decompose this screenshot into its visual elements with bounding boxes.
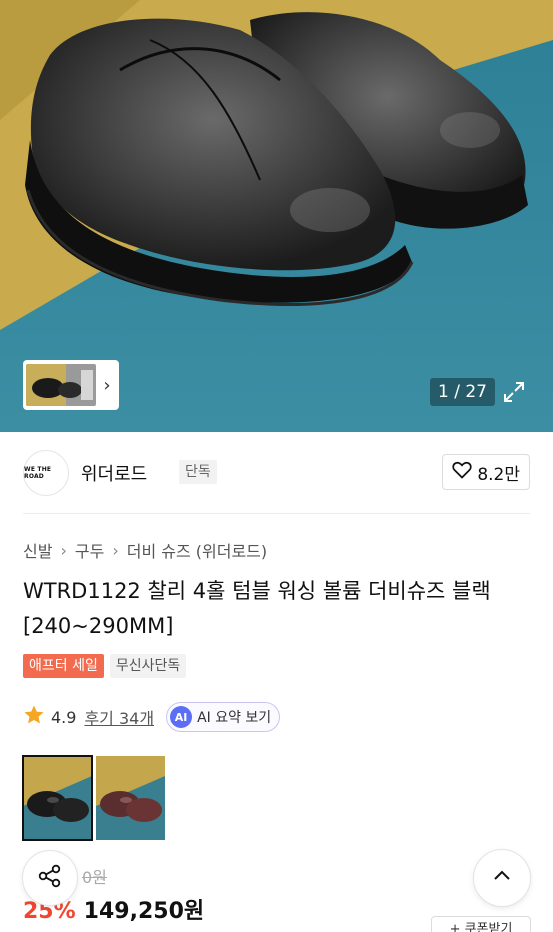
rating-score: 4.9 xyxy=(51,707,77,727)
image-counter: 1 / 27 xyxy=(430,378,495,406)
thumbnail-image[interactable] xyxy=(26,364,96,406)
like-button[interactable]: 8.2만 xyxy=(442,454,530,490)
ai-summary-button[interactable]: AI AI 요약 보기 xyxy=(166,702,281,732)
breadcrumb-item[interactable]: 더비 슈즈 (위더로드) xyxy=(127,538,267,562)
chevron-up-icon xyxy=(490,864,514,892)
ai-summary-label: AI 요약 보기 xyxy=(197,710,272,726)
brand-tag: 단독 xyxy=(179,460,217,484)
like-count: 8.2만 xyxy=(477,464,520,485)
brand-logo[interactable]: WE THE ROAD xyxy=(23,450,69,496)
share-button[interactable] xyxy=(22,850,78,906)
ai-icon: AI xyxy=(170,706,193,728)
share-icon xyxy=(37,863,63,893)
badge-group: 애프터 세일 무신사단독 xyxy=(23,654,187,678)
color-variants xyxy=(22,755,165,841)
heart-icon xyxy=(452,461,472,484)
review-count-link[interactable]: 후기 34개 xyxy=(84,705,154,729)
brand-row: WE THE ROAD 위더로드 단독 8.2만 xyxy=(23,432,530,514)
breadcrumb-item[interactable]: 구두 xyxy=(75,538,104,562)
chevron-right-icon: › xyxy=(112,540,119,560)
star-icon xyxy=(23,704,45,730)
sale-badge: 애프터 세일 xyxy=(23,654,104,678)
coupon-button[interactable]: + 쿠폰받기 xyxy=(431,916,531,932)
product-main-image[interactable]: › 1 / 27 xyxy=(0,0,553,432)
thumbnail-strip[interactable]: › xyxy=(23,360,119,410)
product-title: WTRD1122 찰리 4홀 텀블 워싱 볼륨 더비슈즈 블랙 [240~290… xyxy=(23,579,491,638)
scroll-top-button[interactable] xyxy=(473,849,531,907)
chevron-right-icon[interactable]: › xyxy=(98,375,116,396)
exclusive-badge: 무신사단독 xyxy=(109,654,187,678)
rating-row: 4.9 후기 34개 AI AI 요약 보기 xyxy=(23,702,281,732)
chevron-right-icon: › xyxy=(60,540,67,560)
sale-price: 149,250원 xyxy=(83,899,205,924)
breadcrumb: 신발 › 구두 › 더비 슈즈 (위더로드) xyxy=(23,538,267,562)
brand-name[interactable]: 위더로드 xyxy=(81,460,147,486)
variant-thumbnail[interactable] xyxy=(96,756,165,840)
variant-thumbnail[interactable] xyxy=(22,755,93,841)
breadcrumb-item[interactable]: 신발 xyxy=(23,538,52,562)
expand-icon[interactable] xyxy=(498,376,530,408)
original-price: 0원 xyxy=(82,868,107,887)
